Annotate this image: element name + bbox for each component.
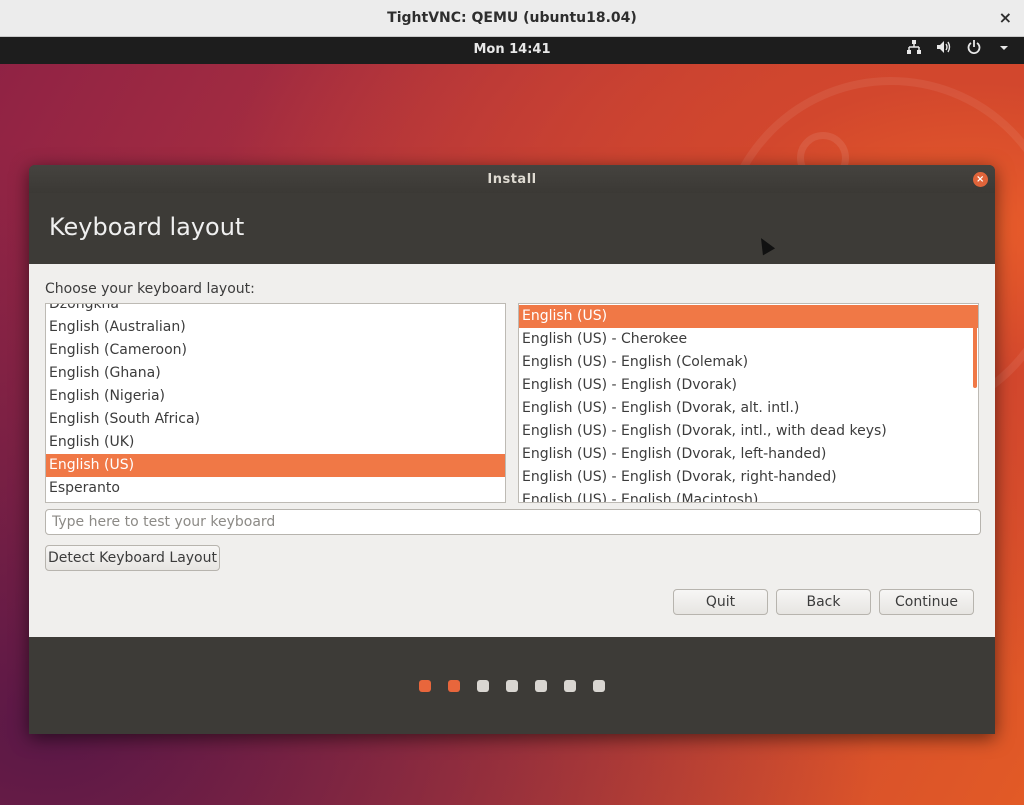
list-item[interactable]: English (US) - English (Dvorak, left-han… — [519, 443, 978, 466]
list-item[interactable]: Dzongkha — [46, 304, 505, 316]
install-window-title: Install — [487, 171, 537, 187]
keyboard-test-input[interactable] — [45, 509, 981, 535]
list-item[interactable]: English (US) - English (Dvorak, right-ha… — [519, 466, 978, 489]
back-button[interactable]: Back — [776, 589, 871, 615]
list-item[interactable]: English (Ghana) — [46, 362, 505, 385]
list-item[interactable]: English (Cameroon) — [46, 339, 505, 362]
continue-button[interactable]: Continue — [879, 589, 974, 615]
progress-dot — [564, 680, 576, 692]
list-item[interactable]: English (US) - Cherokee — [519, 328, 978, 351]
variant-list[interactable]: English (US) English (US) - Cherokee Eng… — [518, 303, 979, 503]
vnc-titlebar: TightVNC: QEMU (ubuntu18.04) × — [0, 0, 1024, 37]
progress-dots — [419, 680, 605, 692]
list-item[interactable]: English (US) - English (Macintosh) — [519, 489, 978, 502]
system-tray[interactable] — [906, 40, 1012, 58]
list-item[interactable]: English (Australian) — [46, 316, 505, 339]
top-panel: Mon 14:41 — [0, 37, 1024, 64]
list-item-selected[interactable]: English (US) — [519, 305, 978, 328]
list-item[interactable]: English (South Africa) — [46, 408, 505, 431]
vnc-window-title: TightVNC: QEMU (ubuntu18.04) — [387, 10, 637, 26]
list-item[interactable]: English (US) - English (Dvorak) — [519, 374, 978, 397]
install-window: Install × Keyboard layout Choose your ke… — [29, 165, 995, 734]
list-item[interactable]: English (UK) — [46, 431, 505, 454]
content-area: Choose your keyboard layout: Dzongkha En… — [29, 264, 995, 637]
list-item[interactable]: English (Nigeria) — [46, 385, 505, 408]
clock[interactable]: Mon 14:41 — [0, 42, 1024, 57]
progress-dot — [477, 680, 489, 692]
list-item-selected[interactable]: English (US) — [46, 454, 505, 477]
variant-list-scrollbar[interactable] — [973, 324, 977, 388]
list-item[interactable]: English (US) - English (Dvorak, intl., w… — [519, 420, 978, 443]
vnc-close-icon[interactable]: × — [999, 8, 1012, 27]
network-icon[interactable] — [906, 40, 922, 58]
volume-icon[interactable] — [936, 40, 952, 58]
page-title: Keyboard layout — [49, 213, 245, 241]
header-band: Keyboard layout — [29, 193, 995, 264]
progress-dot — [593, 680, 605, 692]
power-icon[interactable] — [966, 40, 982, 58]
progress-dot-completed — [448, 680, 460, 692]
detect-keyboard-layout-button[interactable]: Detect Keyboard Layout — [45, 545, 220, 571]
list-item[interactable]: English (US) - English (Colemak) — [519, 351, 978, 374]
list-item[interactable]: English (US) - English (Dvorak, alt. int… — [519, 397, 978, 420]
quit-button[interactable]: Quit — [673, 589, 768, 615]
choose-layout-label: Choose your keyboard layout: — [45, 281, 255, 297]
install-titlebar: Install × — [29, 165, 995, 193]
layout-list[interactable]: Dzongkha English (Australian) English (C… — [45, 303, 506, 503]
close-icon[interactable]: × — [973, 172, 988, 187]
chevron-down-icon[interactable] — [996, 41, 1012, 57]
progress-dot — [506, 680, 518, 692]
progress-dot — [535, 680, 547, 692]
desktop: Mon 14:41 Install × Keyboard layout Choo… — [0, 37, 1024, 805]
installer-footer — [29, 637, 995, 734]
progress-dot-completed — [419, 680, 431, 692]
list-item[interactable]: Esperanto — [46, 477, 505, 500]
